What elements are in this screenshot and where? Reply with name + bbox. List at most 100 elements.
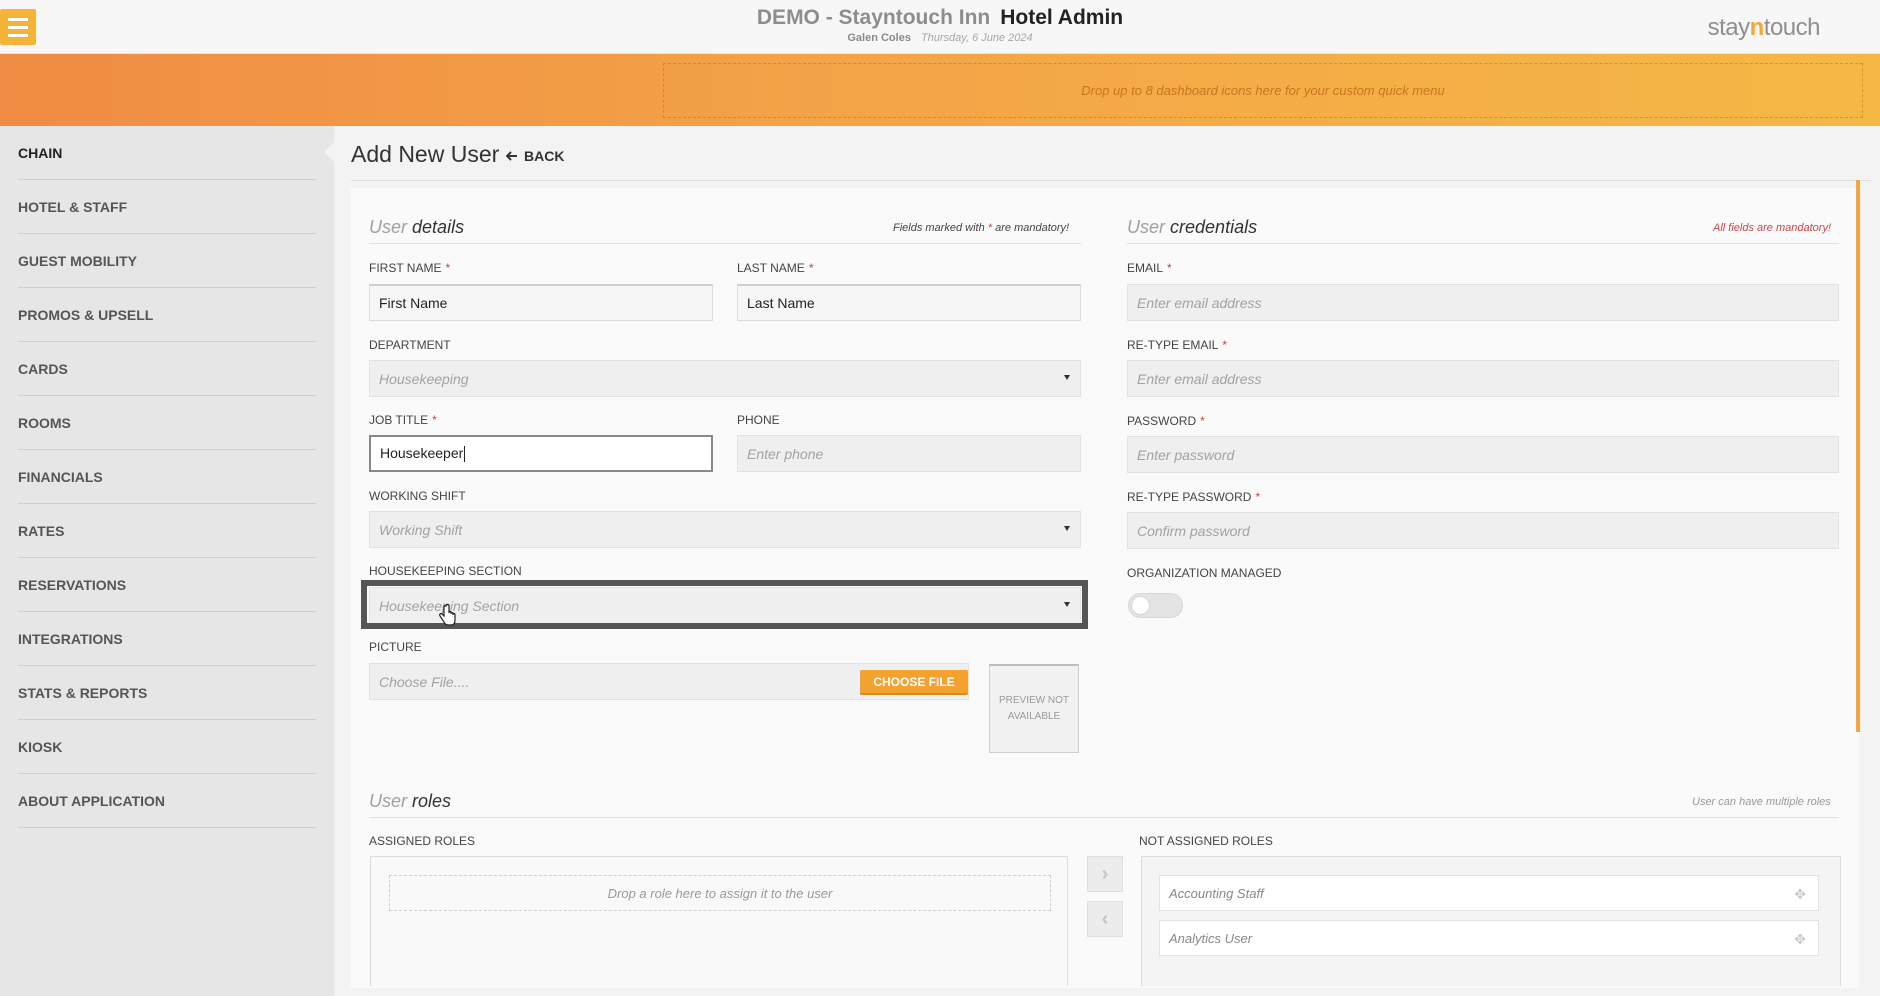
email-label: EMAIL * — [1127, 261, 1172, 275]
last-name-field[interactable]: Last Name — [737, 284, 1081, 321]
header-title: DEMO - Stayntouch Inn Hotel Admin Galen C… — [0, 6, 1880, 44]
sidebar-item-rates[interactable]: RATES — [18, 504, 316, 558]
sidebar-item-kiosk[interactable]: KIOSK — [18, 720, 316, 774]
quick-menu-dropzone[interactable]: Drop up to 8 dashboard icons here for yo… — [663, 63, 1863, 118]
divider — [369, 817, 1839, 818]
working-shift-select[interactable]: Working Shift — [369, 511, 1081, 548]
field-placeholder: Enter email address — [1137, 370, 1262, 387]
job-title-field[interactable]: Housekeeper — [369, 435, 713, 472]
not-assigned-roles-list[interactable]: Accounting Staff ✥ Analytics User ✥ — [1141, 856, 1841, 986]
label-text: RE-TYPE PASSWORD — [1127, 490, 1252, 504]
department-select[interactable]: Housekeeping — [369, 360, 1081, 397]
choose-file-button[interactable]: CHOOSE FILE — [860, 670, 968, 695]
field-placeholder: Choose File.... — [379, 673, 470, 690]
unassign-role-button[interactable]: ‹ — [1087, 901, 1123, 937]
page-title: Add New User — [351, 141, 500, 167]
toggle-knob — [1131, 596, 1150, 615]
picture-preview: PREVIEW NOT AVAILABLE — [989, 664, 1079, 753]
assigned-roles-dropzone[interactable]: Drop a role here to assign it to the use… — [389, 875, 1051, 911]
roles-note: User can have multiple roles — [1692, 796, 1831, 808]
quick-menu-band: Drop up to 8 dashboard icons here for yo… — [0, 54, 1880, 126]
role-label: Analytics User — [1169, 930, 1253, 946]
heading-light: User — [369, 791, 408, 811]
note-text: Fields marked with — [893, 222, 985, 234]
field-value: Last Name — [747, 295, 815, 311]
chevron-left-icon: ‹ — [1101, 907, 1109, 930]
app-name: Hotel Admin — [1000, 6, 1124, 29]
field-placeholder: Enter phone — [747, 445, 824, 462]
phone-field[interactable]: Enter phone — [737, 435, 1081, 472]
heading-light: User — [369, 217, 408, 237]
back-label: BACK — [524, 148, 565, 164]
required-star: * — [1222, 338, 1228, 352]
job-title-label: JOB TITLE * — [369, 413, 437, 427]
field-placeholder: Working Shift — [379, 521, 463, 538]
sidebar-item-financials[interactable]: FINANCIALS — [18, 450, 316, 504]
sidebar-item-chain[interactable]: CHAIN — [18, 126, 316, 180]
sidebar-item-integrations[interactable]: INTEGRATIONS — [18, 612, 316, 666]
heading-light: User — [1127, 217, 1166, 237]
property-name: DEMO - Stayntouch Inn — [756, 6, 991, 29]
scrollbar[interactable] — [1856, 180, 1860, 732]
first-name-field[interactable]: First Name — [369, 284, 713, 321]
move-icon: ✥ — [1794, 931, 1806, 947]
password-field[interactable]: Enter password — [1127, 436, 1839, 473]
divider — [369, 243, 1081, 244]
sidebar-item-rooms[interactable]: ROOMS — [18, 396, 316, 450]
hand-cursor-icon — [439, 604, 456, 626]
arrow-left-icon — [506, 151, 517, 161]
sidebar-item-hotel-staff[interactable]: HOTEL & STAFF — [18, 180, 316, 234]
working-shift-label: WORKING SHIFT — [369, 489, 466, 503]
logo-text-accent: n — [1749, 14, 1765, 41]
stayntouch-logo[interactable]: stayntouch — [1707, 14, 1821, 42]
note-text: are mandatory! — [995, 222, 1070, 234]
retype-password-field[interactable]: Confirm password — [1127, 512, 1839, 549]
required-star: * — [1167, 261, 1172, 275]
field-placeholder: Enter email address — [1137, 294, 1262, 311]
all-mandatory-note: All fields are mandatory! — [1713, 222, 1831, 234]
list-item[interactable]: Accounting Staff ✥ — [1159, 875, 1819, 911]
label-text: RE-TYPE EMAIL — [1127, 338, 1219, 352]
required-star: * — [808, 261, 814, 275]
sidebar-item-about-application[interactable]: ABOUT APPLICATION — [18, 774, 316, 828]
assigned-roles-label: ASSIGNED ROLES — [369, 834, 476, 848]
mandatory-note: Fields marked with * are mandatory! — [893, 222, 1069, 234]
user-roles-heading: User roles — [369, 791, 451, 812]
email-field[interactable]: Enter email address — [1127, 284, 1839, 321]
user-details-heading: User details — [369, 217, 464, 238]
not-assigned-roles-label: NOT ASSIGNED ROLES — [1139, 834, 1273, 848]
focus-highlight — [361, 580, 1088, 629]
phone-label: PHONE — [737, 413, 780, 427]
divider — [351, 180, 1871, 181]
required-star: * — [1255, 490, 1261, 504]
sidebar-item-promos-upsell[interactable]: PROMOS & UPSELL — [18, 288, 316, 342]
move-icon: ✥ — [1794, 886, 1806, 902]
logo-text: stay — [1707, 14, 1751, 41]
label-text: JOB TITLE — [369, 413, 429, 427]
housekeeping-section-label: HOUSEKEEPING SECTION — [369, 564, 522, 578]
label-text: PASSWORD — [1127, 414, 1197, 428]
required-star: * — [445, 261, 451, 275]
sidebar-item-guest-mobility[interactable]: GUEST MOBILITY — [18, 234, 316, 288]
sidebar: CHAIN HOTEL & STAFF GUEST MOBILITY PROMO… — [0, 126, 334, 996]
retype-email-field[interactable]: Enter email address — [1127, 360, 1839, 397]
divider — [1127, 243, 1839, 244]
field-value: First Name — [379, 295, 448, 311]
organization-managed-toggle[interactable] — [1128, 593, 1183, 618]
password-label: PASSWORD * — [1127, 414, 1205, 428]
sidebar-item-reservations[interactable]: RESERVATIONS — [18, 558, 316, 612]
last-name-label: LAST NAME * — [737, 261, 813, 275]
list-item[interactable]: Analytics User ✥ — [1159, 920, 1819, 956]
retype-email-label: RE-TYPE EMAIL * — [1127, 338, 1227, 352]
dropdown-caret-icon — [1064, 526, 1070, 531]
picture-label: PICTURE — [369, 640, 422, 654]
back-button[interactable]: BACK — [506, 148, 564, 164]
sidebar-item-stats-reports[interactable]: STATS & REPORTS — [18, 666, 316, 720]
heading-dark: roles — [412, 791, 452, 811]
sidebar-item-cards[interactable]: CARDS — [18, 342, 316, 396]
assigned-roles-list[interactable]: Drop a role here to assign it to the use… — [370, 856, 1068, 986]
heading-dark: details — [412, 217, 465, 237]
field-value: Housekeeper — [380, 444, 464, 461]
field-placeholder: Enter password — [1137, 446, 1235, 463]
assign-role-button[interactable]: › — [1087, 856, 1123, 892]
